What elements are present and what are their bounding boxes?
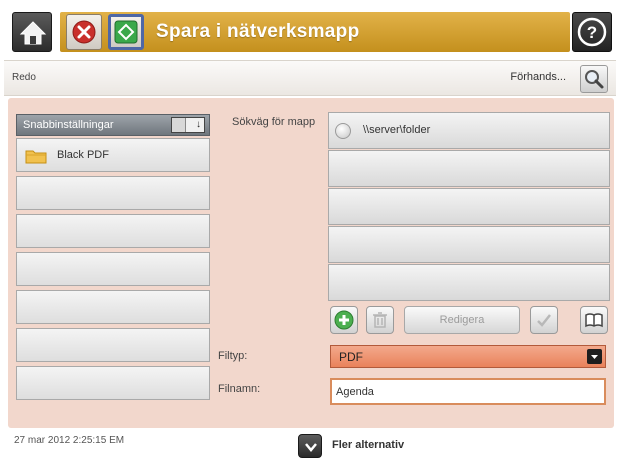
quick-setting-item[interactable]: Black PDF — [16, 138, 210, 172]
status-bar: Redo Förhands... — [4, 60, 616, 96]
home-icon — [19, 21, 47, 45]
chevron-down-icon — [305, 443, 317, 452]
file-type-label: Filtyp: — [218, 350, 248, 362]
dropdown-arrow-icon — [587, 349, 602, 364]
sort-toggle-swatch — [172, 118, 186, 132]
folder-path-row[interactable]: \\server\folder — [328, 112, 610, 149]
stop-button[interactable] — [66, 14, 102, 50]
file-name-label: Filnamn: — [218, 383, 261, 395]
quick-setting-item[interactable] — [16, 214, 210, 248]
quick-setting-label: Black PDF — [57, 149, 109, 161]
folder-path-list: \\server\folder — [328, 112, 610, 302]
status-text: Redo — [12, 72, 36, 83]
sort-button[interactable]: ↓ — [171, 117, 205, 133]
quick-setting-item[interactable] — [16, 290, 210, 324]
datetime-text: 27 mar 2012 2:25:15 EM — [14, 435, 125, 446]
quick-setting-item[interactable] — [16, 366, 210, 400]
folder-path-row[interactable] — [328, 226, 610, 263]
folder-path-label: Sökväg för mapp — [232, 116, 316, 128]
quick-settings-title: Snabbinställningar — [23, 119, 114, 131]
confirm-button[interactable] — [530, 306, 558, 334]
title-strip: Spara i nätverksmapp — [60, 12, 570, 52]
folder-path-value: \\server\folder — [363, 124, 431, 136]
more-options-button[interactable] — [298, 434, 322, 458]
address-book-button[interactable] — [580, 306, 608, 334]
magnifier-icon — [585, 70, 604, 89]
page-title: Spara i nätverksmapp — [156, 21, 360, 42]
home-button[interactable] — [12, 12, 52, 52]
title-bar: Spara i nätverksmapp ? — [4, 4, 616, 58]
preview-label: Förhands... — [510, 71, 566, 83]
quick-setting-item[interactable] — [16, 328, 210, 362]
add-icon — [334, 310, 354, 330]
add-path-button[interactable] — [330, 306, 358, 334]
quick-setting-item[interactable] — [16, 252, 210, 286]
start-icon — [114, 20, 138, 44]
sort-az-icon: ↓ — [196, 119, 201, 130]
folder-icon — [25, 150, 47, 164]
address-book-icon — [585, 313, 603, 328]
folder-path-row[interactable] — [328, 150, 610, 187]
quick-settings-header: Snabbinställningar ↓ — [16, 114, 210, 136]
start-button[interactable] — [108, 14, 144, 50]
help-button[interactable]: ? — [572, 12, 612, 52]
edit-button[interactable]: Redigera — [404, 306, 520, 334]
file-type-select[interactable]: PDF — [330, 345, 606, 368]
folder-path-row[interactable] — [328, 188, 610, 225]
file-type-value: PDF — [339, 350, 363, 364]
folder-path-row[interactable] — [328, 264, 610, 301]
more-options-label: Fler alternativ — [332, 439, 405, 451]
preview-button[interactable] — [580, 65, 608, 93]
delete-path-button[interactable] — [366, 306, 394, 334]
svg-text:?: ? — [587, 23, 597, 42]
trash-icon — [373, 312, 387, 328]
quick-settings-panel: Snabbinställningar ↓ Black PDF — [16, 114, 210, 404]
radio-icon — [335, 123, 351, 139]
quick-setting-item[interactable] — [16, 176, 210, 210]
file-name-input[interactable] — [330, 378, 606, 405]
check-icon — [537, 314, 551, 327]
help-icon: ? — [577, 17, 607, 47]
stop-icon — [72, 20, 96, 44]
